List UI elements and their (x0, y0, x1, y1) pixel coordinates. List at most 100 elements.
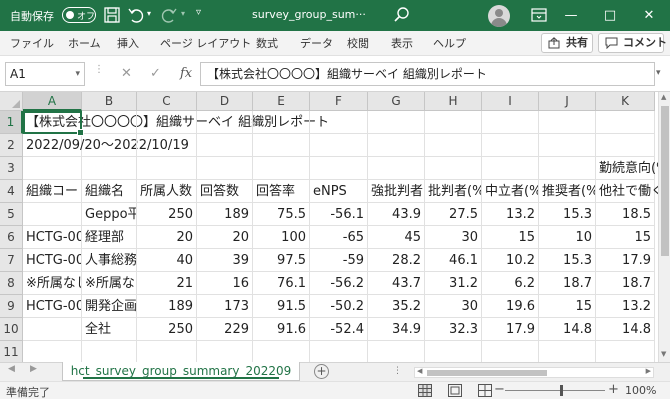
add-sheet-button[interactable]: + (314, 364, 329, 379)
cell-h9[interactable]: 30 (425, 295, 482, 318)
cell-j10[interactable]: 14.8 (539, 318, 596, 341)
cell-d3[interactable] (197, 157, 253, 180)
cell-k4[interactable]: 他社で働く (596, 180, 658, 203)
cell-e3[interactable] (253, 157, 310, 180)
row-header-9[interactable]: 9 (0, 295, 23, 318)
cell-k6[interactable]: 15 (596, 226, 655, 249)
cell-d11[interactable] (197, 341, 253, 362)
column-header-a[interactable]: A (23, 92, 82, 111)
row-header-10[interactable]: 10 (0, 318, 23, 341)
cell-k1[interactable] (596, 111, 655, 134)
cell-j2[interactable] (539, 134, 596, 157)
cell-b8[interactable]: ※所属なし (82, 272, 137, 295)
insert-function-icon[interactable]: fx (180, 66, 192, 81)
cell-d10[interactable]: 229 (197, 318, 253, 341)
zoom-out-button[interactable]: − (494, 382, 505, 397)
normal-view-icon[interactable] (418, 384, 432, 397)
cell-e1[interactable] (253, 111, 310, 134)
row-header-11[interactable]: 11 (0, 341, 23, 362)
tab-data[interactable]: データ (300, 35, 333, 51)
row-header-1[interactable]: 1 (0, 111, 23, 134)
cell-c11[interactable] (137, 341, 197, 362)
cell-d8[interactable]: 16 (197, 272, 253, 295)
minimize-button[interactable]: — (552, 0, 590, 31)
cell-f4[interactable]: eNPS (310, 180, 368, 203)
cell-b7[interactable]: 人事総務部 (82, 249, 137, 272)
column-header-b[interactable]: B (82, 92, 137, 111)
cell-a2[interactable]: 2022/09/20〜2022/10/19 (23, 134, 189, 157)
worksheet-grid[interactable]: A B C D E F G H I J K 1 【株式会社〇〇〇〇】組織サーベイ 組織別レポート 2 202… (0, 92, 658, 362)
scroll-down-icon[interactable]: ▼ (661, 350, 666, 358)
zoom-slider[interactable] (505, 390, 605, 391)
cell-i1[interactable] (482, 111, 539, 134)
scroll-up-icon[interactable]: ▲ (661, 93, 666, 101)
cell-e9[interactable]: 91.5 (253, 295, 310, 318)
tab-review[interactable]: 校閲 (347, 35, 369, 51)
row-header-4[interactable]: 4 (0, 180, 23, 203)
cell-c1[interactable] (137, 111, 197, 134)
cell-e11[interactable] (253, 341, 310, 362)
cell-c5[interactable]: 250 (137, 203, 197, 226)
cell-g1[interactable] (368, 111, 425, 134)
horizontal-scrollbar[interactable]: ◀ ▶ (414, 367, 654, 378)
cell-j3[interactable] (539, 157, 596, 180)
cell-d9[interactable]: 173 (197, 295, 253, 318)
cell-k9[interactable]: 13.2 (596, 295, 655, 318)
cell-d4[interactable]: 回答数 (197, 180, 253, 203)
cell-d2[interactable] (197, 134, 253, 157)
tab-formulas[interactable]: 数式 (256, 35, 278, 51)
cell-c7[interactable]: 40 (137, 249, 197, 272)
cell-b1[interactable] (82, 111, 137, 134)
cell-g4[interactable]: 強批判者(% (368, 180, 425, 203)
sheet-tab-active[interactable]: hct_survey_group_summary_202209 (62, 362, 300, 381)
row-header-3[interactable]: 3 (0, 157, 23, 180)
scroll-left-icon[interactable]: ◀ (417, 367, 422, 375)
cell-j6[interactable]: 10 (539, 226, 596, 249)
cell-h6[interactable]: 30 (425, 226, 482, 249)
cell-b4[interactable]: 組織名 (82, 180, 137, 203)
page-layout-view-icon[interactable] (448, 384, 462, 397)
cell-d6[interactable]: 20 (197, 226, 253, 249)
cell-g7[interactable]: 28.2 (368, 249, 425, 272)
cell-c3[interactable] (137, 157, 197, 180)
hscroll-thumb[interactable] (427, 370, 547, 376)
cell-a8[interactable]: ※所属なし (23, 272, 82, 295)
cell-j8[interactable]: 18.7 (539, 272, 596, 295)
tab-help[interactable]: ヘルプ (433, 35, 466, 51)
cell-e5[interactable]: 75.5 (253, 203, 310, 226)
column-header-f[interactable]: F (310, 92, 368, 111)
autosave-toggle[interactable]: オフ (62, 7, 96, 23)
cell-g3[interactable] (368, 157, 425, 180)
cell-a11[interactable] (23, 341, 82, 362)
cell-k5[interactable]: 18.5 (596, 203, 655, 226)
cell-h10[interactable]: 32.3 (425, 318, 482, 341)
cell-f2[interactable] (310, 134, 368, 157)
enter-icon[interactable]: ✓ (150, 66, 161, 81)
cell-a1[interactable]: 【株式会社〇〇〇〇】組織サーベイ 組織別レポート (23, 111, 329, 134)
column-header-d[interactable]: D (197, 92, 253, 111)
cell-j1[interactable] (539, 111, 596, 134)
cell-h11[interactable] (425, 341, 482, 362)
cell-i3[interactable] (482, 157, 539, 180)
cell-b2[interactable] (82, 134, 137, 157)
cell-h1[interactable] (425, 111, 482, 134)
cell-b3[interactable] (82, 157, 137, 180)
cell-g5[interactable]: 43.9 (368, 203, 425, 226)
cell-e8[interactable]: 76.1 (253, 272, 310, 295)
cell-f5[interactable]: -56.1 (310, 203, 368, 226)
cell-i2[interactable] (482, 134, 539, 157)
zoom-level[interactable]: 100% (625, 384, 656, 397)
cell-a5[interactable] (23, 203, 82, 226)
column-header-j[interactable]: J (539, 92, 596, 111)
cell-f3[interactable] (310, 157, 368, 180)
cell-b10[interactable]: 全社 (82, 318, 137, 341)
cell-c9[interactable]: 189 (137, 295, 197, 318)
cell-c6[interactable]: 20 (137, 226, 197, 249)
cell-g9[interactable]: 35.2 (368, 295, 425, 318)
redo-icon[interactable] (160, 6, 178, 24)
cell-f9[interactable]: -50.2 (310, 295, 368, 318)
cancel-icon[interactable]: ✕ (121, 66, 132, 81)
cell-c10[interactable]: 250 (137, 318, 197, 341)
cell-g11[interactable] (368, 341, 425, 362)
cell-b5[interactable]: Geppo平均 (82, 203, 137, 226)
